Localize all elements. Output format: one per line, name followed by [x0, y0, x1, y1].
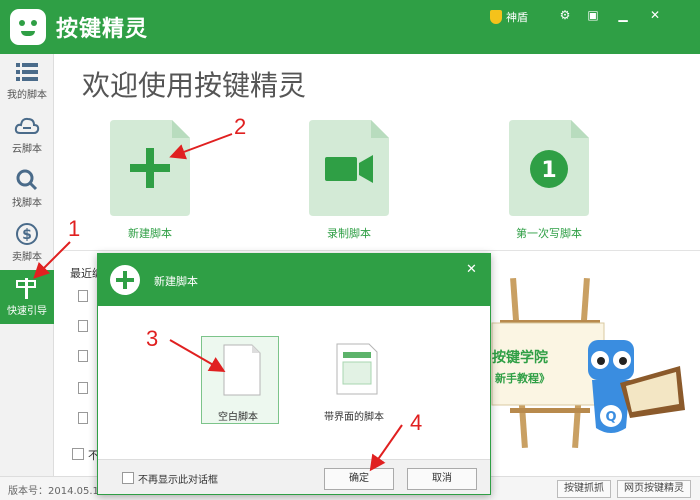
annotation-number: 1 — [68, 216, 81, 241]
annotation-arrows — [33, 133, 403, 472]
annotation-number: 3 — [146, 326, 159, 351]
annotation-number: 4 — [410, 410, 423, 435]
annotation-number: 2 — [234, 114, 247, 139]
